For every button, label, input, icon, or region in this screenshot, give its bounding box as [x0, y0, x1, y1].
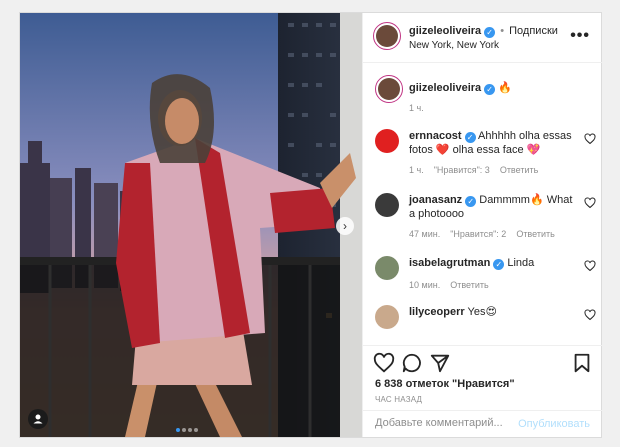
- verified-icon: ✓: [465, 196, 477, 207]
- comments-panel: giizeleoliveira ✓ • Подписки New York, Ne…: [362, 13, 602, 437]
- bookmark-icon[interactable]: [571, 352, 593, 374]
- comment-item: ernnacost ✓ Ahhhhh olha essas fotos ❤️ ol…: [375, 129, 596, 181]
- comment-icon[interactable]: [401, 352, 423, 374]
- post-time[interactable]: ЧАС НАЗАД: [375, 395, 422, 404]
- user-tag-icon: [33, 414, 43, 424]
- comment-username[interactable]: isabelagrutman: [409, 257, 490, 269]
- heart-icon[interactable]: [373, 352, 395, 374]
- comment-heart-icon[interactable]: [584, 197, 596, 209]
- reply-button[interactable]: Ответить: [450, 280, 488, 290]
- comment-text: Linda: [507, 257, 535, 269]
- next-photo-button[interactable]: ›: [336, 217, 354, 235]
- author-username[interactable]: giizeleoliveira: [409, 25, 481, 37]
- more-icon[interactable]: •••: [570, 27, 590, 45]
- carousel-dot: [188, 428, 192, 432]
- caption-avatar[interactable]: [375, 75, 403, 103]
- follow-button[interactable]: Подписки: [509, 25, 558, 37]
- user-tag-button[interactable]: [28, 409, 48, 429]
- comment-time[interactable]: 1 ч.: [409, 165, 424, 175]
- post-comment-button[interactable]: Опубликовать: [518, 418, 590, 430]
- verified-icon: ✓: [493, 259, 505, 270]
- comment-input[interactable]: [375, 417, 525, 429]
- comment-heart-icon[interactable]: [584, 260, 596, 272]
- verified-icon: ✓: [484, 84, 496, 95]
- caption-time[interactable]: 1 ч.: [409, 103, 424, 113]
- comment-username[interactable]: joanasanz: [409, 194, 462, 206]
- verified-icon: ✓: [464, 132, 476, 143]
- comment-likes[interactable]: "Нравится": 2: [450, 229, 506, 239]
- chevron-right-icon: ›: [343, 219, 347, 233]
- post-location[interactable]: New York, New York: [409, 40, 499, 51]
- comment-username[interactable]: lilyceoperr: [409, 306, 465, 318]
- follow-separator: •: [500, 25, 505, 37]
- reply-button[interactable]: Ответить: [516, 229, 554, 239]
- add-comment-bar: Опубликовать: [363, 410, 602, 438]
- post-header: giizeleoliveira ✓ • Подписки New York, Ne…: [363, 13, 602, 63]
- likes-count[interactable]: 6 838 отметок "Нравится": [375, 378, 515, 390]
- comment-heart-icon[interactable]: [584, 309, 596, 321]
- author-avatar[interactable]: [373, 22, 401, 50]
- reply-button[interactable]: Ответить: [500, 165, 538, 175]
- carousel-indicator: [176, 423, 200, 435]
- comment-item: isabelagrutman ✓ Linda 10 мин. Ответить: [375, 256, 596, 296]
- carousel-dot: [176, 428, 180, 432]
- comment-avatar[interactable]: [375, 256, 399, 280]
- carousel-dot: [194, 428, 198, 432]
- comment-item: lilyceoperr Yes😍: [375, 305, 596, 335]
- post-caption: giizeleoliveira ✓ 🔥 1 ч.: [375, 75, 590, 115]
- comment-item: joanasanz ✓ Dammmm🔥 What a photoooo 47 ми…: [375, 193, 596, 245]
- comment-avatar[interactable]: [375, 305, 399, 329]
- post-modal: › giizeleoliveira ✓ • Подписки New York, …: [19, 12, 602, 438]
- photo-illustration: [20, 13, 362, 437]
- share-icon[interactable]: [429, 352, 451, 374]
- carousel-dot: [182, 428, 186, 432]
- caption-text: 🔥: [498, 82, 512, 94]
- comment-avatar[interactable]: [375, 193, 399, 217]
- comment-likes[interactable]: "Нравится": 3: [434, 165, 490, 175]
- comment-heart-icon[interactable]: [584, 133, 596, 145]
- post-photo[interactable]: ›: [20, 13, 362, 437]
- comment-text: Yes😍: [467, 306, 497, 318]
- comment-time[interactable]: 47 мин.: [409, 229, 440, 239]
- comment-username[interactable]: ernnacost: [409, 130, 462, 142]
- verified-icon: ✓: [484, 27, 496, 38]
- post-actions: 6 838 отметок "Нравится" ЧАС НАЗАД Опубл…: [363, 345, 602, 437]
- comment-time[interactable]: 10 мин.: [409, 280, 440, 290]
- caption-username[interactable]: giizeleoliveira: [409, 82, 481, 94]
- comment-avatar[interactable]: [375, 129, 399, 153]
